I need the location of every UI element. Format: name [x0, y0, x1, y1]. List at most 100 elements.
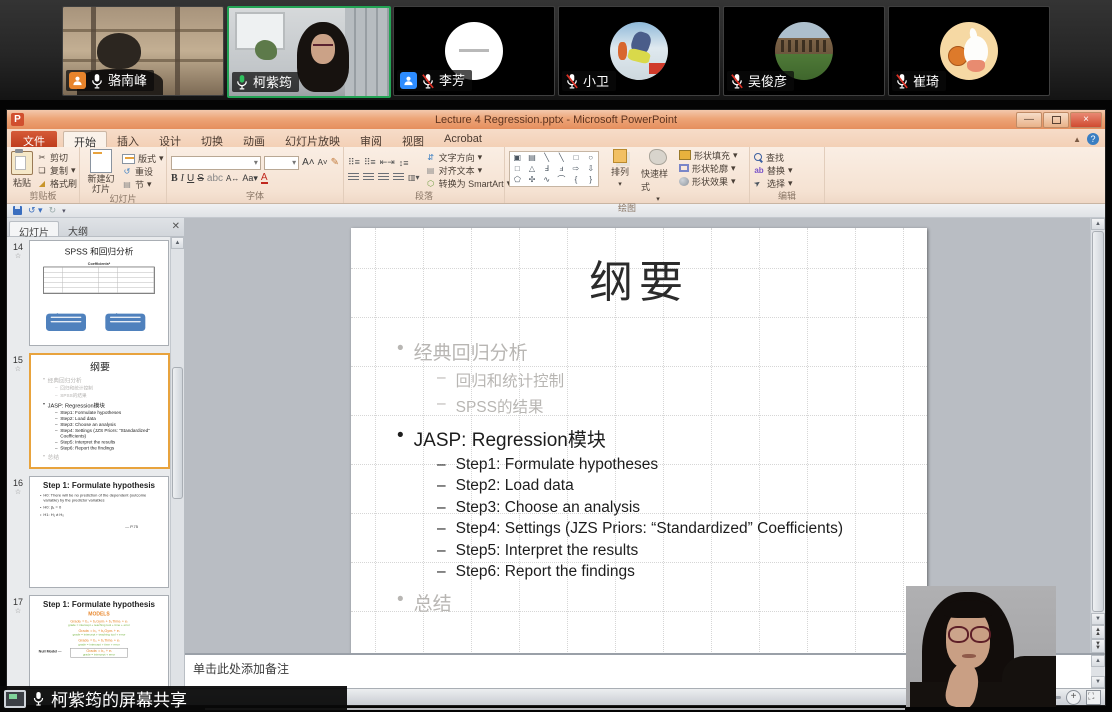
- align-center-button[interactable]: [363, 173, 374, 182]
- notes-scrollbar[interactable]: ▲ ▼: [1091, 655, 1105, 688]
- shape-outline-button[interactable]: 形状轮廓 ▾: [679, 162, 738, 174]
- shape-fill-button[interactable]: 形状填充 ▾: [679, 149, 738, 161]
- align-text-button[interactable]: ▤对齐文本 ▾: [426, 164, 512, 176]
- ribbon-tab[interactable]: 审阅: [350, 131, 392, 147]
- save-icon[interactable]: [13, 206, 22, 215]
- font-name-combo[interactable]: ▾: [171, 156, 261, 170]
- copy-button[interactable]: ❏复制 ▾: [37, 164, 77, 176]
- file-tab[interactable]: 文件: [11, 131, 57, 147]
- group-label: 剪贴板: [11, 191, 75, 203]
- restore-button[interactable]: [1043, 112, 1069, 128]
- strikethrough-button[interactable]: S: [197, 173, 204, 184]
- previous-slide-button[interactable]: ▲▲: [1091, 625, 1105, 639]
- participant-name: 柯紫筠: [253, 75, 292, 90]
- ribbon-tab[interactable]: Acrobat: [434, 131, 492, 147]
- participant-label: 吴俊彦: [727, 71, 794, 91]
- change-case-button[interactable]: Aa▾: [242, 173, 258, 184]
- panel-close-icon[interactable]: ✕: [172, 221, 180, 232]
- video-tile-lifang[interactable]: 李芳: [393, 6, 555, 96]
- video-tile-kezijun[interactable]: 柯紫筠: [227, 6, 391, 98]
- title-bar[interactable]: P Lecture 4 Regression.pptx - Microsoft …: [7, 110, 1105, 129]
- thumbnail-slide-16[interactable]: 16☆ Step 1: Formulate hypothesis •H0: Th…: [7, 476, 170, 588]
- thumbnail-slide-14[interactable]: 14☆ SPSS 和回归分析 Coefficientsᵃ: [7, 240, 170, 346]
- bold-button[interactable]: B: [171, 173, 178, 184]
- video-tile-wujunyan[interactable]: 吴俊彦: [723, 6, 885, 96]
- close-button[interactable]: ×: [1070, 112, 1102, 128]
- shapes-gallery[interactable]: ▣▤╲╲□○ □△Ⅎⅎ⇨⇩ ⬠✣∿⌒{}: [509, 151, 599, 187]
- grow-font-button[interactable]: A˄: [302, 157, 315, 168]
- scroll-up-icon[interactable]: ▲: [171, 237, 184, 249]
- italic-button[interactable]: I: [181, 173, 184, 184]
- redo-icon[interactable]: ↻: [49, 205, 57, 216]
- ribbon-tab[interactable]: 视图: [392, 131, 434, 147]
- layout-button[interactable]: 版式 ▾: [122, 153, 164, 165]
- quick-styles-button[interactable]: 快速样式▾: [641, 149, 675, 203]
- shape-outline-icon: [679, 164, 689, 172]
- vertical-scrollbar[interactable]: ▲ ▼ ▲▲ ▼▼: [1090, 218, 1105, 653]
- ribbon-tab[interactable]: 动画: [233, 131, 275, 147]
- new-slide-button[interactable]: 新建幻灯片: [84, 149, 118, 194]
- char-spacing-button[interactable]: A↔: [226, 174, 239, 183]
- help-icon[interactable]: ?: [1087, 133, 1099, 145]
- qat-customize-icon[interactable]: ▾: [62, 207, 66, 215]
- columns-button[interactable]: ▥▾: [408, 173, 420, 182]
- transition-star-icon: ☆: [7, 488, 29, 496]
- font-color-button[interactable]: A: [261, 173, 268, 184]
- fit-to-window-button[interactable]: [1086, 690, 1101, 705]
- video-tile-luonanfeng[interactable]: 骆南峰: [62, 6, 224, 96]
- panel-tab-outline[interactable]: 大纲: [59, 221, 97, 236]
- ribbon-tab[interactable]: 插入: [107, 131, 149, 147]
- underline-button[interactable]: U: [187, 173, 194, 184]
- ribbon-tab[interactable]: 开始: [63, 131, 107, 147]
- cut-button[interactable]: ✂剪切: [37, 151, 77, 163]
- shrink-font-button[interactable]: A˅: [318, 158, 328, 167]
- slide-canvas[interactable]: 纲要 •经典回归分析–回归和统计控制–SPSS的结果•JASP: Regress…: [351, 228, 927, 660]
- numbering-button[interactable]: ⠿≡: [364, 157, 376, 168]
- scroll-up-icon[interactable]: ▲: [1091, 218, 1105, 230]
- panel-tab-slides[interactable]: 幻灯片: [9, 221, 59, 236]
- font-size-combo[interactable]: ▾: [264, 156, 299, 170]
- align-right-button[interactable]: [378, 173, 389, 182]
- video-tile-xiaowei[interactable]: 小卫: [558, 6, 720, 96]
- screen: { "meeting": { "participants": [ {"name"…: [0, 0, 1112, 712]
- video-tile-cuiqi[interactable]: 崔琦: [888, 6, 1050, 96]
- shape-effects-button[interactable]: 形状效果 ▾: [679, 175, 738, 187]
- align-left-button[interactable]: [348, 173, 359, 182]
- thumbnail-slide-15-selected[interactable]: 15☆ 纲要 •经典回归分析–回归和统计控制–SPSS的结果•JASP: Reg…: [7, 353, 170, 469]
- select-button[interactable]: ➤选择 ▾: [754, 177, 793, 189]
- ribbon-tab[interactable]: 幻灯片放映: [275, 131, 350, 147]
- panel-scrollbar[interactable]: ▲: [170, 237, 184, 688]
- ribbon-tab[interactable]: 切换: [191, 131, 233, 147]
- arrange-button[interactable]: 排列▾: [603, 149, 637, 188]
- paste-button[interactable]: 粘贴: [11, 149, 33, 191]
- reset-button[interactable]: ↺重设: [122, 166, 164, 178]
- replace-button[interactable]: ab替换 ▾: [754, 164, 793, 176]
- thumbnail-slide-17[interactable]: 17☆ Step 1: Formulate hypothesis MODELS …: [7, 595, 170, 688]
- indent-buttons[interactable]: ⇤⇥: [380, 157, 395, 168]
- brush-icon: ◢: [37, 178, 47, 188]
- justify-button[interactable]: [393, 173, 404, 182]
- clear-format-icon[interactable]: ✎: [331, 157, 339, 168]
- smartart-button[interactable]: ⬡转换为 SmartArt ▾: [426, 177, 512, 189]
- scroll-down-icon[interactable]: ▼: [1091, 676, 1105, 688]
- scrollbar-thumb[interactable]: [172, 367, 183, 499]
- ribbon-tab[interactable]: 设计: [149, 131, 191, 147]
- line-spacing-button[interactable]: ↕≡: [399, 158, 409, 168]
- format-painter-button[interactable]: ◢格式刷: [37, 177, 77, 189]
- scroll-up-icon[interactable]: ▲: [1091, 655, 1105, 667]
- shadow-button[interactable]: abc: [207, 173, 223, 184]
- text-direction-button[interactable]: ⇵文字方向 ▾: [426, 151, 512, 163]
- next-slide-button[interactable]: ▼▼: [1091, 639, 1105, 653]
- slide-title: 纲要: [351, 246, 927, 310]
- find-button[interactable]: 查找: [754, 151, 793, 163]
- zoom-in-button[interactable]: +: [1066, 690, 1081, 705]
- scrollbar-thumb[interactable]: [1092, 231, 1104, 612]
- scroll-down-icon[interactable]: ▼: [1091, 613, 1105, 625]
- undo-icon[interactable]: ↺ ▾: [28, 205, 43, 216]
- presenter-webcam-overlay[interactable]: [906, 586, 1056, 707]
- section-button[interactable]: ▤节 ▾: [122, 179, 164, 191]
- minimize-ribbon-icon[interactable]: ▲: [1073, 135, 1081, 144]
- participant-name: 李芳: [439, 73, 465, 88]
- minimize-button[interactable]: —: [1016, 112, 1042, 128]
- bullets-button[interactable]: ⠿≡: [348, 157, 360, 168]
